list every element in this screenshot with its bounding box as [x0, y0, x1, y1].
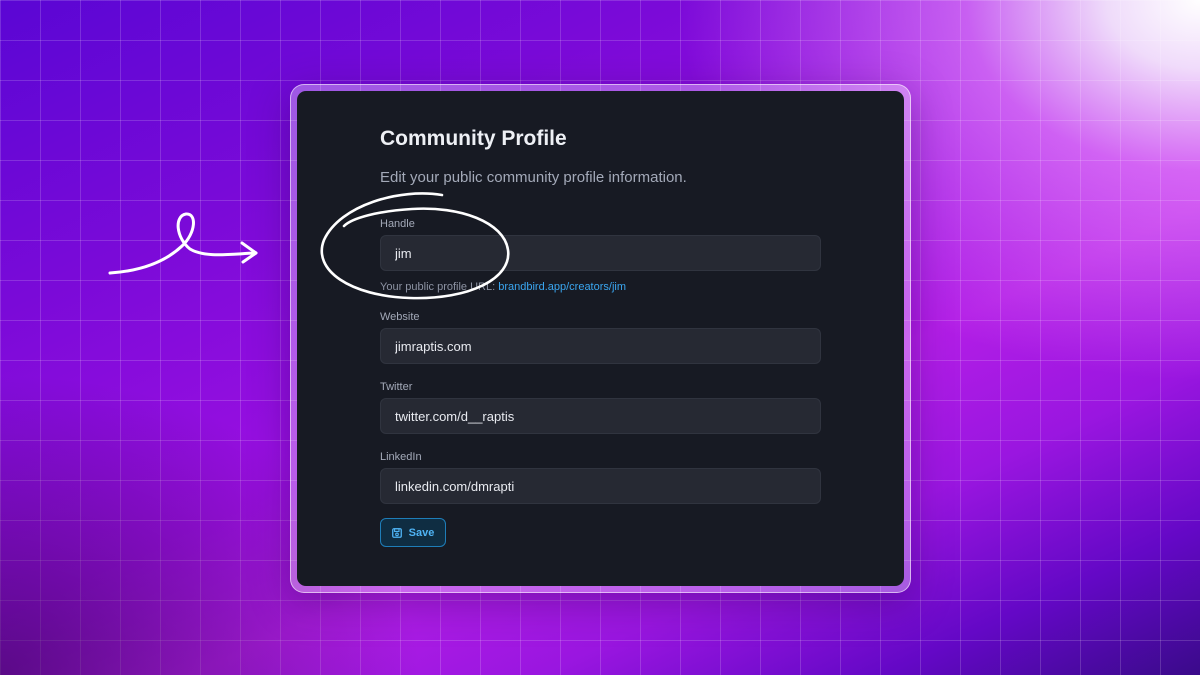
arrow-head-icon	[240, 241, 258, 264]
handle-help-text: Your public profile URL: brandbird.app/c…	[380, 281, 626, 293]
page-subtitle: Edit your public community profile infor…	[380, 169, 687, 186]
website-label: Website	[380, 311, 420, 323]
linkedin-input[interactable]	[380, 468, 821, 504]
save-button[interactable]: Save	[380, 518, 446, 547]
website-input[interactable]	[380, 328, 821, 364]
handle-input[interactable]	[380, 235, 821, 271]
twitter-label: Twitter	[380, 381, 413, 393]
page-title: Community Profile	[380, 127, 567, 150]
handle-label: Handle	[380, 218, 415, 230]
community-profile-card: Community Profile Edit your public commu…	[297, 91, 904, 586]
hand-drawn-arrow-icon	[108, 212, 258, 275]
handle-help-prefix: Your public profile URL:	[380, 281, 499, 293]
twitter-input[interactable]	[380, 398, 821, 434]
linkedin-label: LinkedIn	[380, 451, 422, 463]
save-button-label: Save	[408, 526, 435, 539]
profile-url-link[interactable]: brandbird.app/creators/jim	[498, 281, 626, 293]
floppy-disk-icon	[391, 527, 402, 538]
